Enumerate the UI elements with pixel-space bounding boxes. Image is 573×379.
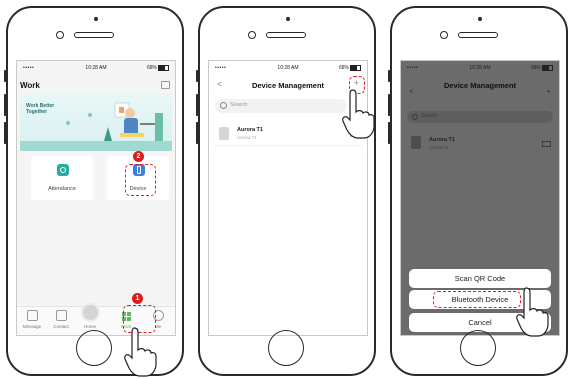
list-item: Aurora T1 Aurora T1 [407,133,555,155]
hand-pointer-icon [516,287,549,337]
step-badge-2: 2 [133,151,144,162]
device-sub: Aurora T1 [237,135,257,140]
attendance-icon [57,164,69,176]
side-button [196,94,199,116]
side-button [388,122,391,144]
battery-icon [542,65,553,71]
phone-camera [56,31,64,39]
nav-message[interactable]: Message [19,310,45,329]
phone-speaker [458,32,498,38]
search-icon [412,114,418,120]
status-bar: ••••• 10:28 AM 68% [401,61,559,75]
status-bar: ••••• 10:28 AM 68% [17,61,175,75]
tile-label: Attendance [48,186,76,192]
page-title: Device Management [443,81,517,90]
battery-icon [350,65,361,71]
page-title: Work [20,81,40,90]
work-screen: ••••• 10:28 AM 68% Work Work Better Toge… [16,60,176,336]
nav-label: Home [83,324,96,329]
side-button [196,122,199,144]
phone-sensor [478,17,482,21]
battery-small-icon [542,141,551,147]
home-button[interactable] [460,330,496,366]
search-bar[interactable]: Search [215,99,347,113]
home-button[interactable] [76,330,112,366]
list-item[interactable]: Aurora T1 Aurora T1 [215,123,363,146]
side-button [388,94,391,116]
menu-icon[interactable] [161,81,170,89]
hand-pointer-icon [342,89,375,139]
search-input: Search [421,113,437,119]
device-icon [411,136,421,149]
banner-illustration [20,102,172,151]
phone-frame-3: ••••• 10:28 AM 68% Device Management < +… [388,6,568,376]
search-input[interactable]: Search [230,102,247,108]
phone-sensor [94,17,98,21]
phone-frame-2: ••••• 10:28 AM 68% < Device Management +… [196,6,376,376]
phone-camera [248,31,256,39]
bluetooth-highlight [433,291,521,308]
phone-speaker [74,32,114,38]
hand-pointer-icon [124,327,157,377]
side-button [196,70,199,82]
nav-home[interactable]: Home [77,303,103,329]
tile-attendance[interactable]: Attendance [31,156,93,200]
side-button [388,70,391,82]
nav-label: Message [22,324,42,329]
home-icon [80,303,100,322]
banner: Work Better Together [20,93,172,151]
contact-icon [55,310,67,321]
device-icon [219,127,229,140]
message-icon [26,310,38,321]
phone-frame-1: ••••• 10:28 AM 68% Work Work Better Toge… [4,6,184,377]
phone-sensor [286,17,290,21]
phone-speaker [266,32,306,38]
device-highlight [125,164,156,196]
status-bar: ••••• 10:28 AM 68% [209,61,367,75]
device-name: Aurora T1 [429,137,455,143]
battery-percent: 68% [530,65,541,71]
nav-label: Contact [53,324,69,329]
back-button[interactable]: < [409,87,414,96]
device-name: Aurora T1 [237,127,263,133]
battery-percent: 68% [146,65,157,71]
battery-icon [158,65,169,71]
battery-percent: 68% [338,65,349,71]
search-icon [220,102,227,109]
search-bar: Search [407,111,553,123]
side-button [4,94,7,116]
device-sub: Aurora T1 [429,145,449,150]
add-button[interactable]: + [546,87,551,96]
side-button [4,70,7,82]
side-button [4,122,7,144]
phone-camera [440,31,448,39]
home-button[interactable] [268,330,304,366]
nav-contact[interactable]: Contact [48,310,74,329]
step-badge-1: 1 [132,293,143,304]
